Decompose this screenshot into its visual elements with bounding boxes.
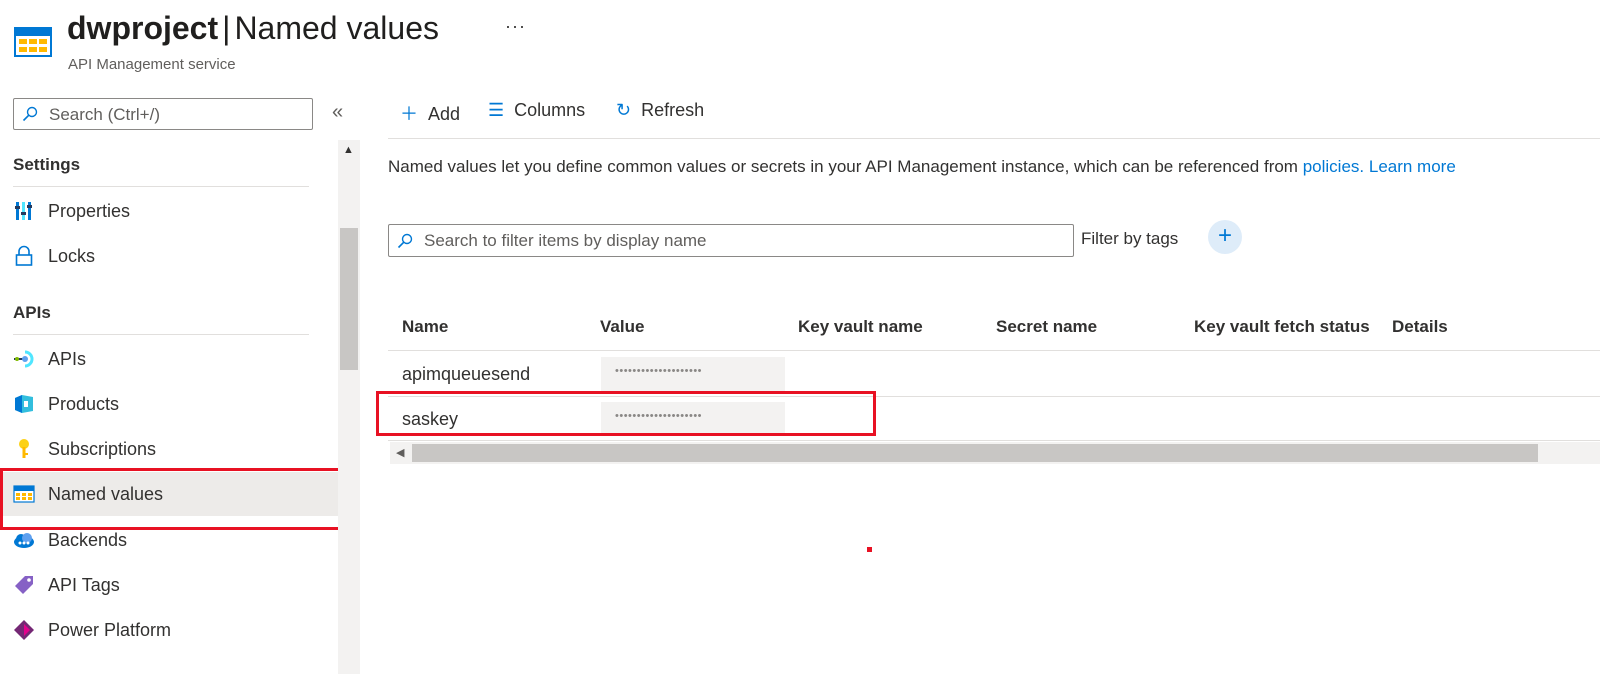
- sidebar-search-placeholder: Search (Ctrl+/): [49, 105, 160, 124]
- sidebar-item-properties[interactable]: Properties: [0, 189, 340, 233]
- sidebar-item-label: API Tags: [48, 575, 120, 595]
- service-name: dwproject: [67, 10, 219, 46]
- refresh-button[interactable]: ↻ Refresh: [616, 100, 704, 121]
- learn-more-link[interactable]: Learn more: [1369, 157, 1456, 176]
- sidebar-search-input[interactable]: Search (Ctrl+/): [13, 98, 313, 130]
- add-button[interactable]: ＋ Add: [400, 100, 460, 126]
- sidebar-item-label: Power Platform: [48, 620, 172, 640]
- sidebar-item-locks[interactable]: Locks: [0, 234, 340, 278]
- tag-icon: [15, 576, 33, 594]
- table-scroll-thumb[interactable]: [412, 444, 1538, 462]
- divider: [388, 440, 1600, 441]
- page-name: Named values: [234, 10, 439, 46]
- column-header-details[interactable]: Details: [1392, 317, 1448, 337]
- add-icon: ＋: [400, 104, 418, 124]
- page-subtitle: API Management service: [68, 56, 236, 73]
- sidebar-item-label: Properties: [48, 201, 131, 221]
- collapse-sidebar-icon[interactable]: «: [332, 101, 343, 124]
- products-icon: [15, 395, 33, 413]
- filter-search-input[interactable]: Search to filter items by display name: [388, 224, 1074, 257]
- policies-link[interactable]: policies.: [1303, 157, 1364, 176]
- divider: [388, 138, 1600, 139]
- columns-button[interactable]: ☰ Columns: [488, 100, 585, 121]
- section-title-settings: Settings: [13, 155, 81, 174]
- named-values-icon: [14, 27, 52, 57]
- columns-icon: ☰: [488, 100, 505, 120]
- sidebar-item-label: APIs: [48, 349, 87, 369]
- divider: [13, 334, 309, 335]
- key-icon: [19, 439, 29, 458]
- divider: [13, 186, 309, 187]
- backends-icon: [14, 533, 34, 548]
- more-icon[interactable]: ···: [505, 16, 526, 37]
- sidebar-item-subscriptions[interactable]: Subscriptions: [0, 427, 340, 471]
- filter-by-tags-label: Filter by tags: [1081, 229, 1179, 248]
- sidebar-item-products[interactable]: Products: [0, 382, 340, 426]
- apis-icon: [14, 350, 34, 368]
- scroll-left-icon[interactable]: ◀: [396, 446, 404, 459]
- column-header-value[interactable]: Value: [600, 317, 644, 337]
- properties-icon: [15, 202, 32, 220]
- red-marker: [867, 547, 872, 552]
- column-header-fetch-status[interactable]: Key vault fetch status: [1194, 317, 1370, 337]
- search-icon: [397, 233, 413, 249]
- search-icon: [22, 106, 38, 122]
- filter-placeholder: Search to filter items by display name: [424, 231, 707, 250]
- scroll-up-icon[interactable]: ▲: [343, 144, 354, 156]
- sidebar-scrollbar[interactable]: [338, 140, 360, 674]
- masked-value[interactable]: ••••••••••••••••••••: [601, 357, 785, 391]
- sidebar-item-apis[interactable]: APIs: [0, 337, 340, 381]
- column-header-name[interactable]: Name: [402, 317, 448, 337]
- sidebar-item-api-tags[interactable]: API Tags: [0, 563, 340, 607]
- column-header-key-vault-name[interactable]: Key vault name: [798, 317, 923, 337]
- sidebar-item-backends[interactable]: Backends: [0, 518, 340, 562]
- description-text: Named values let you define common value…: [388, 157, 1456, 176]
- section-title-apis: APIs: [13, 303, 51, 322]
- highlight-box-row: [376, 391, 876, 436]
- sidebar-item-power-platform[interactable]: Power Platform: [0, 608, 340, 652]
- divider: [388, 350, 1600, 351]
- row-name-link[interactable]: apimqueuesend: [402, 364, 530, 385]
- sidebar-item-label: Subscriptions: [48, 439, 157, 459]
- sidebar-item-label: Products: [48, 394, 120, 414]
- page-title: dwproject | Named values: [67, 10, 439, 46]
- column-header-secret-name[interactable]: Secret name: [996, 317, 1097, 337]
- sidebar-item-label: Backends: [48, 530, 128, 550]
- add-tag-filter-button[interactable]: +: [1208, 220, 1242, 254]
- refresh-icon: ↻: [616, 100, 632, 120]
- power-platform-icon: [14, 620, 34, 640]
- sidebar-item-label: Locks: [48, 246, 96, 266]
- add-icon: +: [1217, 222, 1232, 249]
- sidebar-scroll-thumb[interactable]: [340, 228, 358, 370]
- lock-icon: [15, 245, 33, 266]
